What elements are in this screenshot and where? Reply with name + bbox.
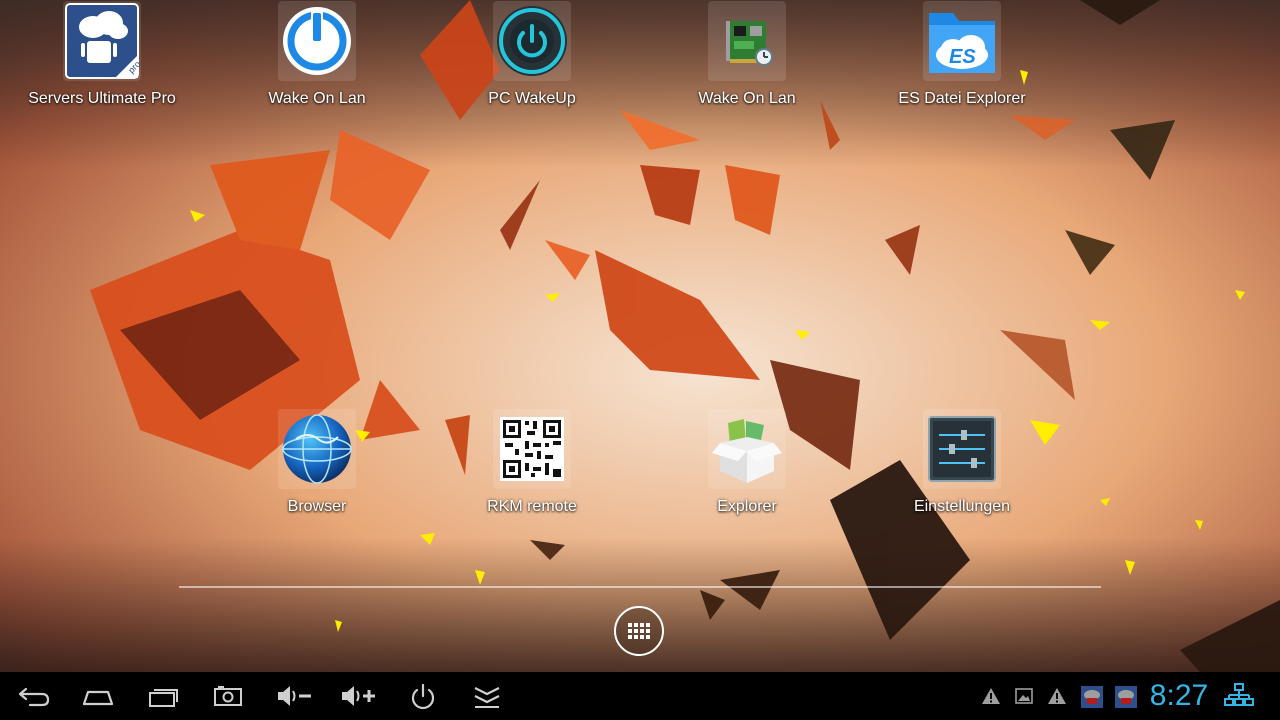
app-label: Servers Ultimate Pro	[28, 90, 176, 107]
app-label: Wake On Lan	[268, 90, 366, 107]
network-card-icon	[708, 1, 786, 81]
power-button[interactable]	[401, 680, 445, 712]
settings-sliders-icon	[923, 409, 1001, 489]
app-drawer-icon	[628, 623, 650, 639]
collapse-button[interactable]	[465, 680, 509, 712]
warning-icon	[1044, 682, 1070, 710]
ethernet-icon	[1224, 682, 1254, 710]
app-label: PC WakeUp	[488, 90, 576, 107]
volume-down-button[interactable]	[272, 680, 316, 712]
app-label: Wake On Lan	[698, 90, 796, 107]
dock-divider	[179, 586, 1101, 588]
recent-apps-button[interactable]	[142, 680, 186, 712]
es-file-explorer-icon: ES	[923, 1, 1001, 81]
svg-text:ES: ES	[949, 46, 976, 68]
pc-wakeup-power-icon	[493, 1, 571, 81]
qr-code-icon	[493, 409, 571, 489]
app-wake-on-lan-2[interactable]: Wake On Lan	[647, 1, 847, 108]
status-clock[interactable]: 8:27	[1146, 676, 1212, 716]
navigation-bar	[0, 672, 1280, 720]
volume-up-icon	[342, 686, 375, 706]
image-icon	[1011, 682, 1037, 710]
back-button[interactable]	[12, 680, 56, 712]
app-drawer-button[interactable]	[614, 606, 664, 656]
app-label: ES Datei Explorer	[898, 90, 1026, 107]
cloud-upload-icon	[1079, 682, 1105, 710]
app-browser[interactable]: Browser	[217, 409, 417, 516]
app-pc-wakeup[interactable]: PC WakeUp	[432, 1, 632, 108]
app-label: RKM remote	[487, 498, 577, 515]
home-button[interactable]	[76, 680, 120, 712]
cloud-upload-icon	[1113, 682, 1139, 710]
collapse-icon	[474, 687, 500, 708]
warning-icon	[978, 682, 1004, 710]
recent-apps-icon	[149, 689, 178, 707]
volume-down-icon	[278, 686, 311, 706]
screenshot-icon	[214, 686, 242, 706]
explorer-box-icon	[708, 409, 786, 489]
globe-icon	[278, 409, 356, 489]
wake-on-lan-power-icon	[278, 1, 356, 81]
app-label: Einstellungen	[913, 498, 1011, 515]
app-servers-ultimate-pro[interactable]: pro Servers Ultimate Pro	[2, 1, 202, 108]
app-label: Explorer	[717, 498, 777, 515]
app-einstellungen[interactable]: Einstellungen	[862, 409, 1062, 516]
servers-ultimate-pro-icon: pro	[63, 1, 141, 81]
app-label: Browser	[287, 498, 347, 515]
back-icon	[18, 687, 50, 707]
app-wake-on-lan[interactable]: Wake On Lan	[217, 1, 417, 108]
app-explorer[interactable]: Explorer	[647, 409, 847, 516]
power-icon	[411, 683, 435, 710]
volume-up-button[interactable]	[336, 680, 380, 712]
screenshot-button[interactable]	[206, 680, 250, 712]
app-es-datei-explorer[interactable]: ES ES Datei Explorer	[862, 1, 1062, 108]
app-rkm-remote[interactable]: RKM remote	[432, 409, 632, 516]
home-icon	[82, 690, 114, 706]
